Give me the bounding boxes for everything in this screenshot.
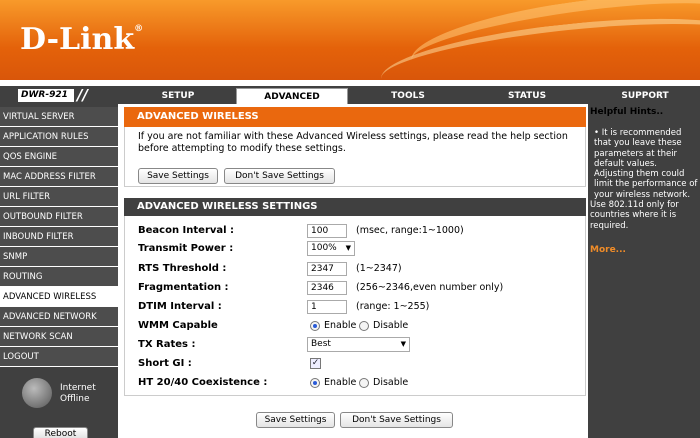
hint-text: It is recommended that you leave these p…	[594, 128, 698, 200]
rts-threshold-label: RTS Threshold :	[138, 263, 227, 274]
internet-status: Internet Offline	[60, 383, 96, 405]
tab-status[interactable]: STATUS	[468, 88, 586, 104]
chevron-down-icon: ▼	[345, 244, 351, 252]
beacon-interval-input[interactable]: 100	[307, 224, 347, 238]
save-settings-button[interactable]: Save Settings	[138, 168, 218, 184]
dtim-interval-input[interactable]: 1	[307, 300, 347, 314]
model-label: DWR-921	[18, 89, 74, 102]
sidebar-item-routing[interactable]: ROUTING	[0, 267, 118, 287]
bottom-dont-save-settings-button[interactable]: Don't Save Settings	[340, 412, 453, 428]
wmm-enable-radio[interactable]	[310, 321, 320, 331]
ht-enable-radio[interactable]	[310, 378, 320, 388]
dont-save-settings-button[interactable]: Don't Save Settings	[224, 168, 335, 184]
ht-enable-label: Enable	[324, 377, 357, 388]
reboot-button[interactable]: Reboot	[33, 427, 88, 438]
helpful-hints-title: Helpful Hints..	[590, 107, 664, 117]
tx-rates-value: Best	[311, 339, 331, 349]
transmit-power-value: 100%	[311, 243, 337, 253]
header-banner: D-Link®	[0, 0, 700, 80]
model-slashes-decoration: //	[77, 86, 88, 104]
fragmentation-hint: (256~2346,even number only)	[356, 282, 504, 293]
ht-coexistence-label: HT 20/40 Coexistence :	[138, 377, 268, 388]
sidebar-item-advanced-wireless[interactable]: ADVANCED WIRELESS	[0, 287, 118, 307]
fragmentation-input[interactable]: 2346	[307, 281, 347, 295]
sidebar-item-network-scan[interactable]: NETWORK SCAN	[0, 327, 118, 347]
internet-globe-icon	[22, 378, 52, 408]
internet-status-label: Internet	[60, 383, 96, 393]
rts-threshold-input[interactable]: 2347	[307, 262, 347, 276]
transmit-power-label: Transmit Power :	[138, 243, 234, 254]
chevron-down-icon: ▼	[400, 340, 406, 348]
tab-setup[interactable]: SETUP	[122, 88, 234, 104]
ht-disable-label: Disable	[373, 377, 409, 388]
intro-title: ADVANCED WIRELESS	[124, 107, 586, 127]
settings-title: ADVANCED WIRELESS SETTINGS	[124, 198, 586, 216]
fragmentation-label: Fragmentation :	[138, 282, 229, 293]
hint-text-2: Use 802.11d only for countries where it …	[590, 200, 679, 231]
wmm-disable-radio[interactable]	[359, 321, 369, 331]
rts-threshold-hint: (1~2347)	[356, 263, 402, 274]
short-gi-label: Short GI :	[138, 358, 192, 369]
sidebar-item-mac-address-filter[interactable]: MAC ADDRESS FILTER	[0, 167, 118, 187]
internet-status-value: Offline	[60, 394, 90, 404]
wmm-disable-label: Disable	[373, 320, 409, 331]
beacon-interval-hint: (msec, range:1~1000)	[356, 225, 464, 236]
sidebar-item-outbound-filter[interactable]: OUTBOUND FILTER	[0, 207, 118, 227]
sidebar-item-advanced-network[interactable]: ADVANCED NETWORK	[0, 307, 118, 327]
ht-disable-radio[interactable]	[359, 378, 369, 388]
bullet-icon: •	[594, 128, 600, 138]
tab-tools[interactable]: TOOLS	[350, 88, 466, 104]
sidebar-item-snmp[interactable]: SNMP	[0, 247, 118, 267]
transmit-power-select[interactable]: 100% ▼	[307, 241, 355, 256]
tab-advanced[interactable]: ADVANCED	[236, 88, 348, 104]
hint-paragraph: • It is recommended that you leave these…	[590, 128, 698, 200]
dlink-logo: D-Link®	[20, 22, 143, 57]
tx-rates-select[interactable]: Best ▼	[307, 337, 410, 352]
sidebar-item-url-filter[interactable]: URL FILTER	[0, 187, 118, 207]
logo-trademark: ®	[134, 24, 144, 34]
dtim-interval-label: DTIM Interval :	[138, 301, 222, 312]
short-gi-checkbox[interactable]: ✓	[310, 358, 321, 369]
dtim-interval-hint: (range: 1~255)	[356, 301, 430, 312]
logo-text: D-Link	[20, 22, 135, 57]
wmm-enable-label: Enable	[324, 320, 357, 331]
intro-text: If you are not familiar with these Advan…	[138, 131, 568, 154]
tx-rates-label: TX Rates :	[138, 339, 196, 350]
helpful-hints-body: • It is recommended that you leave these…	[590, 128, 698, 231]
beacon-interval-label: Beacon Interval :	[138, 225, 235, 236]
sidebar-item-inbound-filter[interactable]: INBOUND FILTER	[0, 227, 118, 247]
bottom-save-settings-button[interactable]: Save Settings	[256, 412, 335, 428]
wmm-capable-label: WMM Capable	[138, 320, 218, 331]
sidebar-item-logout[interactable]: LOGOUT	[0, 347, 118, 367]
tab-support[interactable]: SUPPORT	[590, 88, 700, 104]
sidebar-item-virtual-server[interactable]: VIRTUAL SERVER	[0, 107, 118, 127]
sidebar-item-qos-engine[interactable]: QOS ENGINE	[0, 147, 118, 167]
sidebar-item-application-rules[interactable]: APPLICATION RULES	[0, 127, 118, 147]
more-link[interactable]: More...	[590, 245, 626, 255]
